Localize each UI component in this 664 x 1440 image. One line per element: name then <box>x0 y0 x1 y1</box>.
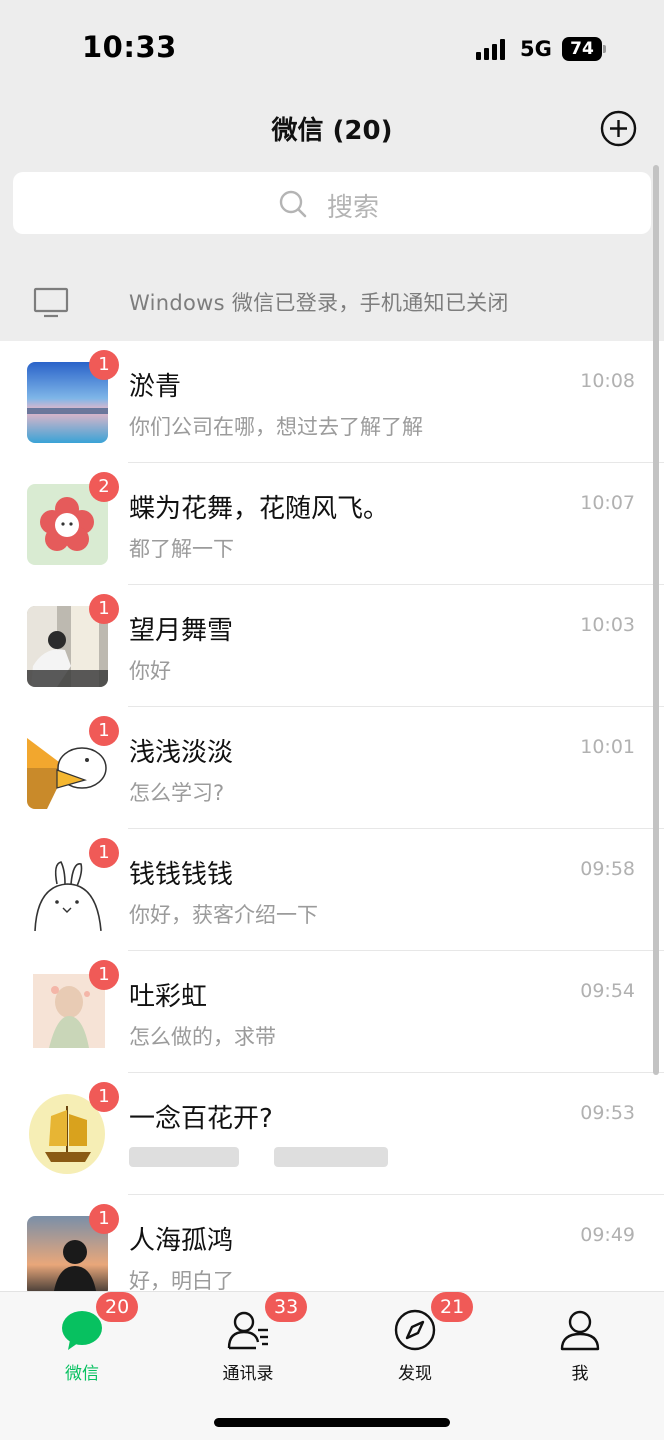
chat-name: 蝶为花舞，花随风飞。 <box>129 494 390 524</box>
chat-preview: 怎么做的，求带 <box>129 1025 276 1049</box>
chat-time: 09:54 <box>580 980 635 1002</box>
home-indicator[interactable] <box>214 1418 450 1427</box>
monitor-icon <box>33 287 69 318</box>
chat-row[interactable]: 1 望月舞雪 你好 10:03 <box>0 585 664 707</box>
tab-badge: 20 <box>96 1292 139 1322</box>
scrollbar[interactable] <box>653 165 659 1075</box>
chat-name: 望月舞雪 <box>129 616 234 646</box>
search-placeholder: 搜索 <box>327 193 380 223</box>
unread-badge: 1 <box>89 1204 119 1234</box>
battery-nub <box>603 45 606 53</box>
unread-badge: 1 <box>89 594 119 624</box>
compass-icon <box>394 1309 436 1351</box>
unread-badge: 2 <box>89 472 119 502</box>
chat-time: 10:01 <box>580 736 635 758</box>
signal-icon <box>476 38 510 60</box>
chat-row[interactable]: 1 浅浅淡淡 怎么学习? 10:01 <box>0 707 664 829</box>
blurred-preview <box>129 1147 239 1167</box>
chat-time: 10:08 <box>580 370 635 392</box>
blurred-preview <box>274 1147 388 1167</box>
unread-badge: 1 <box>89 716 119 746</box>
unread-badge: 1 <box>89 838 119 868</box>
tab-label: 发现 <box>398 1364 432 1384</box>
search-icon <box>279 190 307 218</box>
contacts-icon <box>227 1311 268 1350</box>
tab-badge: 33 <box>265 1292 308 1322</box>
chat-row[interactable]: 1 钱钱钱钱 你好，获客介绍一下 09:58 <box>0 829 664 951</box>
chat-row[interactable]: 1 一念百花开? 09:53 <box>0 1073 664 1195</box>
chat-name: 淤青 <box>129 372 182 402</box>
battery-icon: 74 <box>562 37 602 61</box>
chat-preview: 你们公司在哪，想过去了解了解 <box>129 415 423 439</box>
chat-preview: 怎么学习? <box>129 781 225 805</box>
person-icon <box>560 1310 600 1351</box>
wechat-screen: 10:33 5G 74 微信 (20) 搜索 Windows 微信已登录，手机通… <box>0 0 664 1440</box>
chat-time: 09:49 <box>580 1224 635 1246</box>
tab-label: 通讯录 <box>222 1364 274 1384</box>
chat-name: 人海孤鸿 <box>129 1226 234 1256</box>
chat-time: 09:58 <box>580 858 635 880</box>
chat-name: 吐彩虹 <box>129 982 208 1012</box>
plus-circle-icon[interactable] <box>600 110 637 147</box>
page-title: 微信 (20) <box>271 116 393 146</box>
chat-time: 10:07 <box>580 492 635 514</box>
chat-name: 浅浅淡淡 <box>129 738 234 768</box>
chat-preview: 你好，获客介绍一下 <box>129 903 318 927</box>
chat-name: 钱钱钱钱 <box>129 860 234 890</box>
tab-badge: 21 <box>431 1292 474 1322</box>
unread-badge: 1 <box>89 1082 119 1112</box>
status-bar: 10:33 5G 74 <box>0 0 664 96</box>
chat-preview: 都了解一下 <box>129 537 234 561</box>
tab-label: 我 <box>571 1364 589 1384</box>
chat-preview: 你好 <box>129 659 171 683</box>
unread-badge: 1 <box>89 350 119 380</box>
tab-me[interactable]: 我 <box>525 1300 635 1390</box>
chat-list: 1 淤青 你们公司在哪，想过去了解了解 10:08 2 蝶为花舞，花随风飞。 都… <box>0 341 664 1291</box>
tab-label: 微信 <box>65 1364 99 1384</box>
chat-time: 09:53 <box>580 1102 635 1124</box>
chat-preview: 好，明白了 <box>129 1269 234 1291</box>
device-notice-text: Windows 微信已登录，手机通知已关闭 <box>129 291 509 315</box>
status-time: 10:33 <box>82 30 177 64</box>
chat-row[interactable]: 1 吐彩虹 怎么做的，求带 09:54 <box>0 951 664 1073</box>
unread-badge: 1 <box>89 960 119 990</box>
chat-time: 10:03 <box>580 614 635 636</box>
chat-row[interactable]: 1 淤青 你们公司在哪，想过去了解了解 10:08 <box>0 341 664 463</box>
chat-row[interactable]: 2 蝶为花舞，花随风飞。 都了解一下 10:07 <box>0 463 664 585</box>
chat-row[interactable]: 1 人海孤鸿 好，明白了 09:49 <box>0 1195 664 1291</box>
network-type: 5G <box>520 37 552 61</box>
chat-name: 一念百花开? <box>129 1104 273 1134</box>
